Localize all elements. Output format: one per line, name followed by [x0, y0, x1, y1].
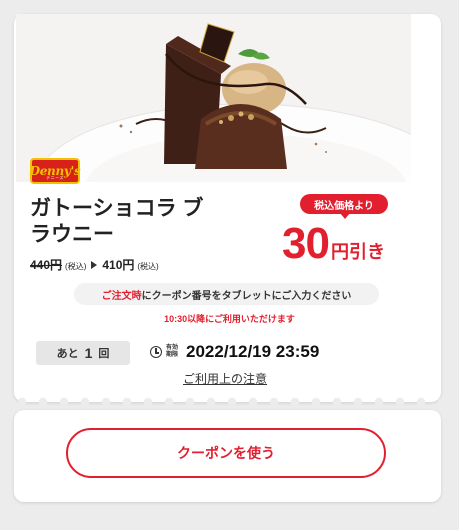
tax-included-badge: 税込価格より	[300, 194, 388, 219]
coupon-title: ガトーショコラ ブラウニー	[30, 197, 204, 246]
remaining-unit: 回	[98, 348, 110, 360]
terms-link[interactable]: ご利用上の注意	[183, 370, 267, 387]
original-tax-label: (税込)	[65, 262, 87, 271]
deadline-date: 2022/12/19 23:59	[186, 342, 320, 361]
notice-highlight: ご注文時	[101, 290, 142, 302]
new-tax-label: (税込)	[137, 262, 159, 271]
time-restriction: 10:30以降にご利用いただけます	[164, 314, 295, 324]
price-row: 440円 (税込) 410円 (税込)	[30, 256, 159, 273]
deadline-label: 有効期限	[166, 345, 179, 358]
dennys-logo: Denny's デニーズ	[30, 158, 81, 184]
remaining-label: あと	[56, 348, 79, 360]
new-price: 410円	[102, 258, 135, 272]
discount-amount: 30 円引き	[282, 220, 385, 268]
discount-number: 30	[282, 219, 330, 268]
remaining-uses: あと 1 回	[36, 341, 130, 365]
remaining-count: 1	[84, 345, 93, 361]
order-notice: ご注文時 にクーポン番号をタブレットにご入力ください	[74, 283, 379, 305]
product-photo	[16, 14, 411, 182]
notice-text: にクーポン番号をタブレットにご入力ください	[141, 290, 352, 302]
discount-unit: 円引き	[330, 242, 385, 262]
deadline: 有効期限 2022/12/19 23:59	[150, 342, 319, 362]
clock-icon	[150, 346, 162, 358]
perforation	[14, 396, 441, 408]
use-coupon-button[interactable]: クーポンを使う	[66, 428, 386, 478]
arrow-right-icon	[91, 260, 98, 269]
original-price: 440円	[30, 258, 63, 272]
action-card: クーポンを使う	[14, 410, 441, 502]
